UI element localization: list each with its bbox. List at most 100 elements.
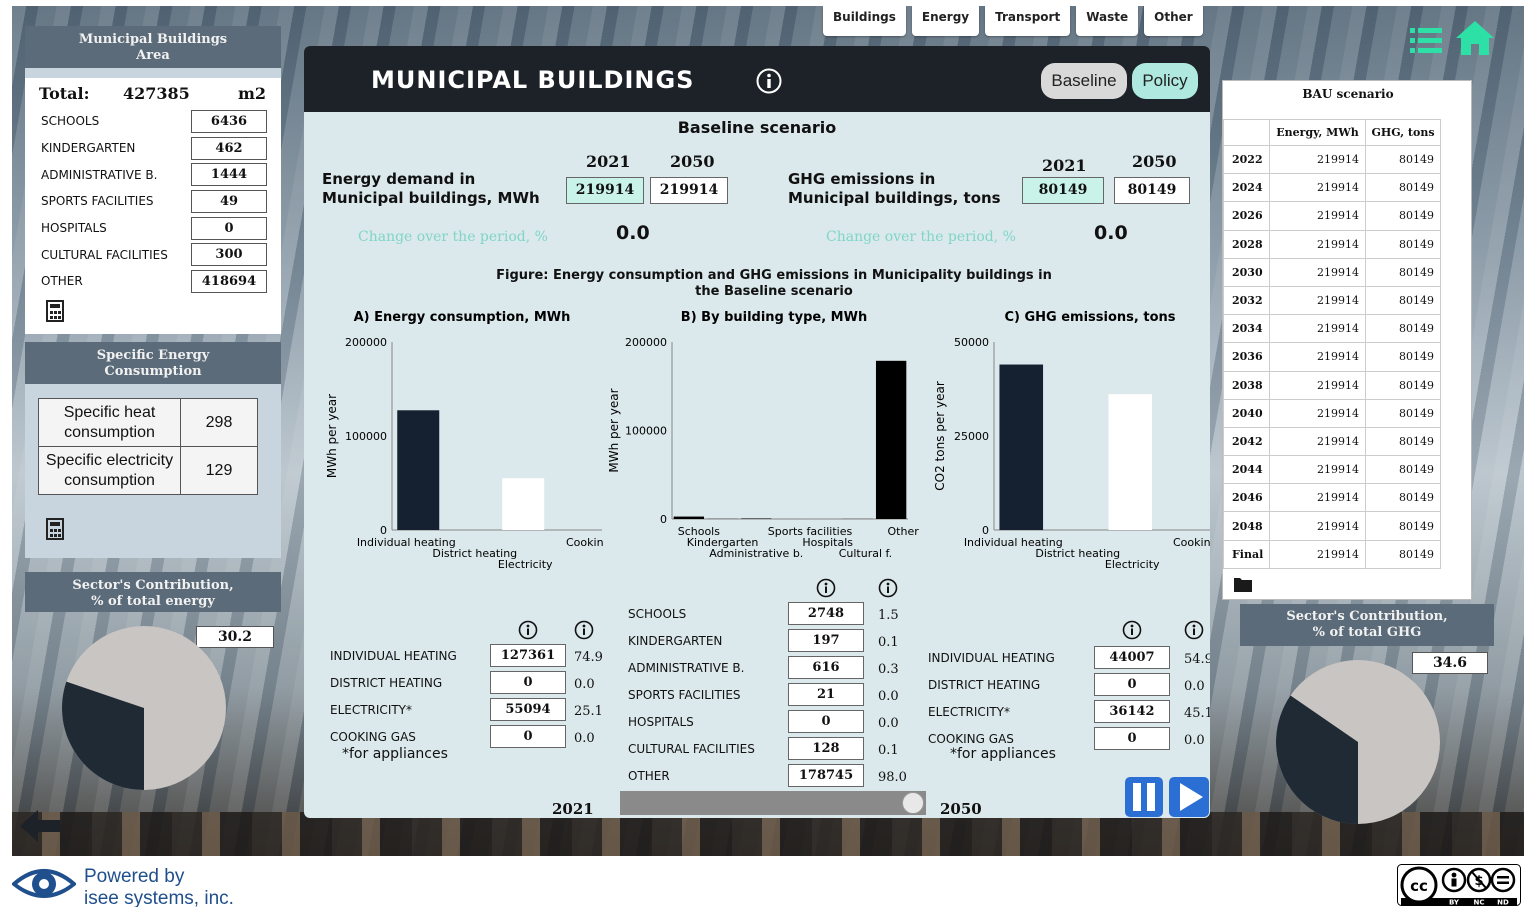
- y-tick-label: 200000: [345, 336, 387, 349]
- ghg-carrier-value: 44007: [1094, 646, 1170, 669]
- folder-icon[interactable]: [1233, 575, 1253, 593]
- list-menu-icon[interactable]: [1410, 26, 1442, 56]
- x-tick-label: Electricity: [1105, 558, 1160, 571]
- tab-other[interactable]: Other: [1144, 6, 1203, 36]
- energy-contribution-pie: [62, 626, 226, 790]
- cc-nc-label: NC: [1474, 899, 1485, 907]
- bar: [875, 360, 907, 519]
- energy-carrier-value: 0: [490, 671, 566, 694]
- bau-year: 2024: [1223, 173, 1270, 203]
- calculator-icon[interactable]: [46, 300, 64, 322]
- info-icon[interactable]: [518, 620, 538, 640]
- energy-change-value: 0.0: [616, 222, 650, 244]
- building-type-percent: 1.5: [878, 608, 899, 623]
- area-row: OTHER 418694: [25, 268, 281, 295]
- bau-ghg: 80149: [1365, 398, 1441, 428]
- baseline-button[interactable]: Baseline: [1041, 63, 1127, 99]
- bau-rows: 2022 219914 80149 2024 219914 80149 2026 219914…: [1223, 144, 1441, 569]
- chart-title: A) Energy consumption, MWh: [354, 310, 571, 325]
- y-tick-label: 25000: [954, 430, 989, 443]
- building-type-label: SCHOOLS: [628, 607, 687, 621]
- energy-contribution-header: Sector's Contribution, % of total energy: [25, 572, 281, 612]
- policy-button[interactable]: Policy: [1132, 63, 1198, 99]
- building-type-label: KINDERGARTEN: [628, 634, 723, 648]
- area-panel-header: Municipal Buildings Area: [25, 26, 281, 68]
- bau-row: 2038 219914 80149: [1223, 370, 1441, 400]
- building-type-percent: 0.1: [878, 635, 899, 650]
- bau-energy: 219914: [1269, 483, 1366, 513]
- specific-heat-row: Specific heat consumption 298: [38, 398, 258, 447]
- bau-ghg: 80149: [1365, 257, 1441, 287]
- sector-nav-tabs: Buildings Energy Transport Waste Other: [823, 6, 1203, 36]
- energy-carrier-value: 0: [490, 725, 566, 748]
- area-row: ADMINISTRATIVE B. 1444: [25, 161, 281, 188]
- bau-ghg: 80149: [1365, 173, 1441, 203]
- x-tick-label: Electricity: [498, 558, 553, 571]
- bau-year: 2044: [1223, 455, 1270, 485]
- home-icon[interactable]: [1455, 20, 1495, 56]
- bau-year: 2046: [1223, 483, 1270, 513]
- y-tick-label: 50000: [954, 336, 989, 349]
- appliances-note: *for appliances: [950, 746, 1056, 762]
- bau-year: 2028: [1223, 229, 1270, 259]
- figure-caption: Figure: Energy consumption and GHG emiss…: [496, 268, 1052, 299]
- bau-year: Final: [1223, 539, 1270, 569]
- bau-ghg: 80149: [1365, 144, 1441, 175]
- building-type-label: HOSPITALS: [628, 715, 694, 729]
- specific-energy-header: Specific Energy Consumption: [25, 342, 281, 384]
- building-type-percent: 0.1: [878, 743, 899, 758]
- ghg-carrier-label: DISTRICT HEATING: [928, 678, 1041, 692]
- info-icon[interactable]: [1122, 620, 1142, 640]
- pause-icon[interactable]: [1124, 776, 1164, 818]
- bau-row: 2044 219914 80149: [1223, 455, 1441, 485]
- info-icon[interactable]: [816, 578, 836, 598]
- area-row: KINDERGARTEN 462: [25, 135, 281, 162]
- ghg-carrier-value: 0: [1094, 727, 1170, 750]
- bau-row: 2034 219914 80149: [1223, 314, 1441, 344]
- cc-by-label: BY: [1449, 899, 1460, 907]
- info-icon[interactable]: [574, 620, 594, 640]
- bau-row: 2022 219914 80149: [1223, 144, 1441, 175]
- area-panel: Municipal Buildings Area Total: 427385 m…: [25, 26, 281, 334]
- info-icon[interactable]: [878, 578, 898, 598]
- area-row-label: SCHOOLS: [41, 114, 100, 129]
- energy-consumption-chart: A) Energy consumption, MWhMWh per year01…: [325, 310, 604, 571]
- total-area-row: Total: 427385 m2: [25, 78, 281, 108]
- bau-energy: 219914: [1269, 229, 1366, 259]
- bau-energy: 219914: [1269, 257, 1366, 287]
- calculator-icon[interactable]: [46, 518, 64, 540]
- bau-energy-header: Energy, MWh: [1269, 119, 1366, 146]
- energy-2021-value: 219914: [566, 177, 644, 204]
- specific-consumption-table: Specific heat consumption 298 Specific el…: [38, 398, 258, 495]
- building-type-percent: 0.0: [878, 716, 899, 731]
- tab-transport[interactable]: Transport: [985, 6, 1071, 36]
- tab-energy[interactable]: Energy: [911, 6, 980, 36]
- bau-row: 2048 219914 80149: [1223, 511, 1441, 541]
- bau-ghg: 80149: [1365, 285, 1441, 316]
- y-tick-label: 100000: [345, 430, 387, 443]
- bau-header-row: Energy, MWh GHG, tons: [1223, 119, 1441, 146]
- ghg-2050-value: 80149: [1114, 177, 1190, 204]
- bau-energy: 219914: [1269, 144, 1366, 175]
- energy-carrier-value: 55094: [490, 698, 566, 721]
- area-rows: SCHOOLS 6436 KINDERGARTEN 462 ADMINISTRATIVE…: [25, 108, 281, 295]
- bar: [1108, 394, 1153, 530]
- bau-ghg-header: GHG, tons: [1365, 119, 1441, 146]
- area-row-value: 0: [191, 216, 267, 240]
- info-icon[interactable]: [756, 68, 782, 94]
- tab-buildings[interactable]: Buildings: [823, 6, 906, 36]
- play-icon[interactable]: [1168, 776, 1210, 818]
- energy-carrier-percent: 74.9: [574, 650, 603, 665]
- back-arrow-icon[interactable]: [18, 806, 62, 846]
- time-slider-track[interactable]: [620, 791, 926, 815]
- time-slider-handle[interactable]: [902, 792, 924, 814]
- chart-title: B) By building type, MWh: [681, 310, 867, 325]
- building-type-value: 2748: [788, 602, 864, 625]
- area-row-label: ADMINISTRATIVE B.: [41, 167, 158, 182]
- building-type-value: 0: [788, 710, 864, 733]
- info-icon[interactable]: [1184, 620, 1204, 640]
- tab-waste[interactable]: Waste: [1076, 6, 1139, 36]
- building-type-value: 616: [788, 656, 864, 679]
- bau-row: 2042 219914 80149: [1223, 426, 1441, 457]
- bau-row: 2024 219914 80149: [1223, 173, 1441, 203]
